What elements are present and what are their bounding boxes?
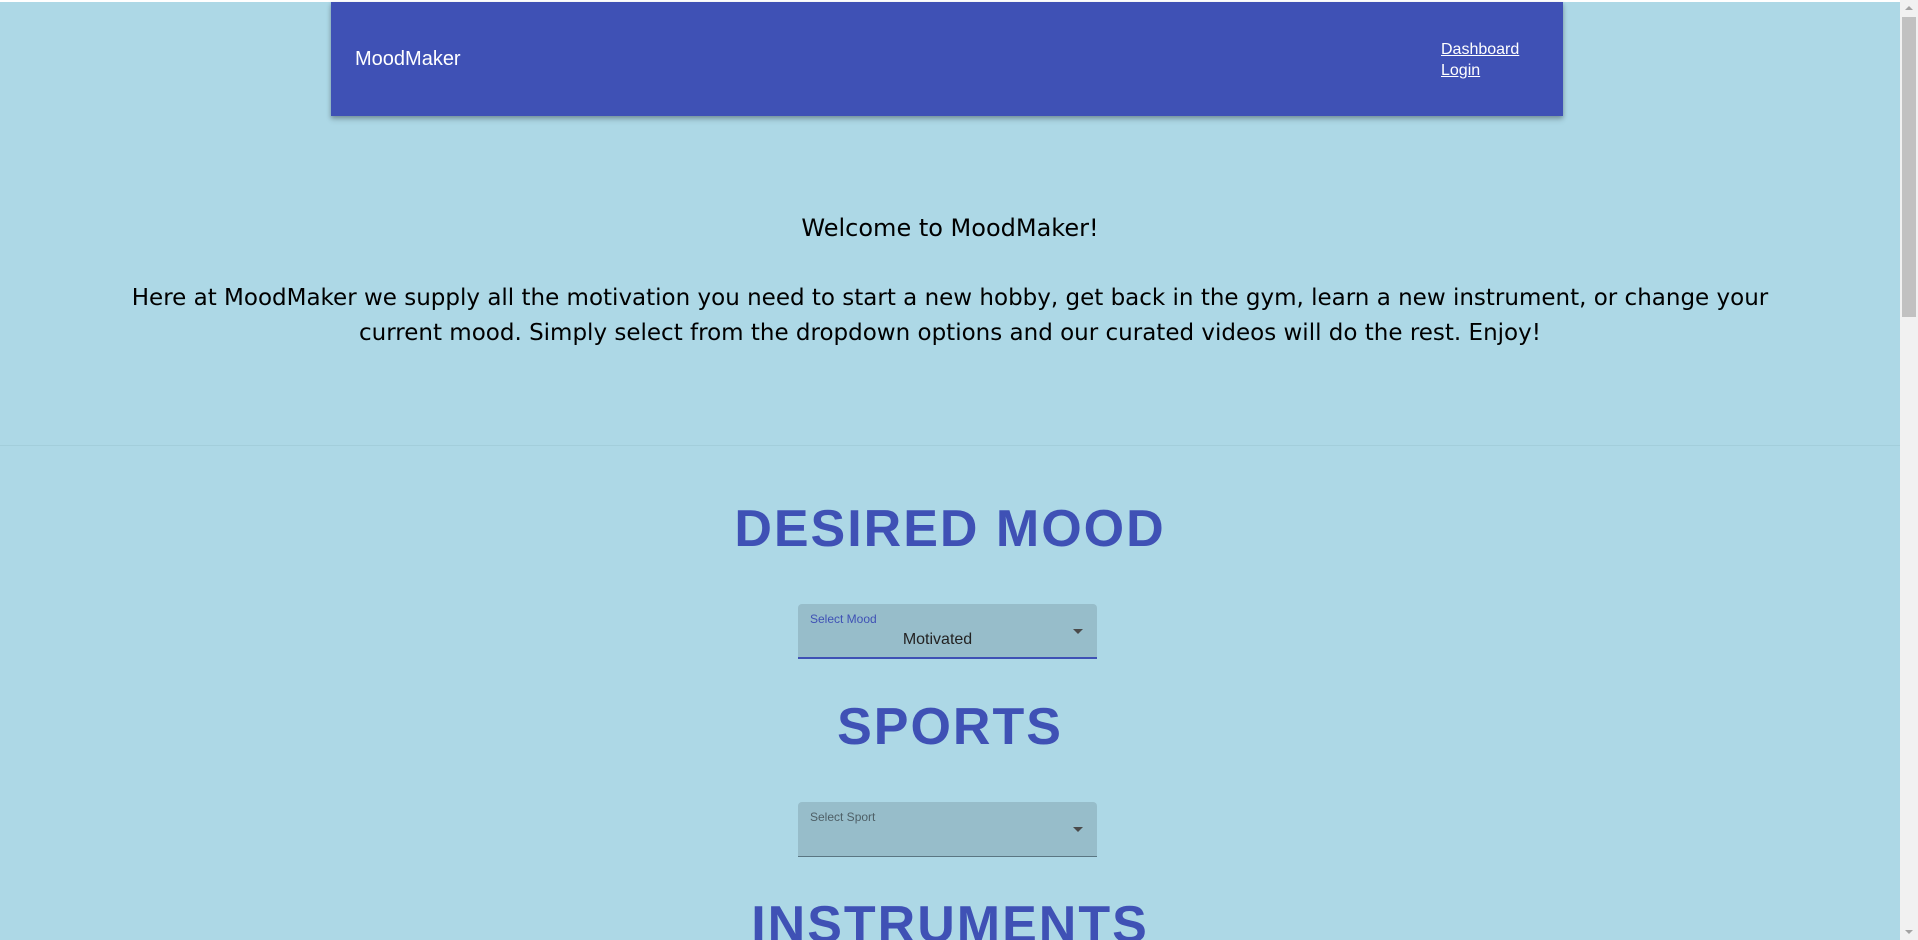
- mood-select-label: Select Mood: [810, 612, 877, 626]
- brand-logo[interactable]: MoodMaker: [355, 47, 461, 71]
- mood-select-value: Motivated: [902, 631, 973, 648]
- hero-section: Welcome to MoodMaker! Here at MoodMaker …: [0, 116, 1900, 446]
- scroll-up-icon[interactable]: [1905, 6, 1913, 10]
- mood-select[interactable]: Select Mood Motivated: [798, 604, 1097, 659]
- welcome-heading: Welcome to MoodMaker!: [801, 214, 1099, 242]
- sport-select[interactable]: Select Sport: [798, 802, 1097, 857]
- vertical-scrollbar[interactable]: [1900, 0, 1918, 940]
- sports-heading: SPORTS: [837, 698, 1063, 756]
- caret-down-icon: [1073, 629, 1083, 634]
- sport-select-label: Select Sport: [810, 810, 876, 824]
- page: MoodMaker Dashboard Login Welcome to Moo…: [0, 0, 1900, 940]
- navbar: MoodMaker Dashboard Login: [331, 2, 1563, 116]
- instruments-heading: INSTRUMENTS: [751, 896, 1149, 940]
- intro-text: Here at MoodMaker we supply all the moti…: [131, 285, 1769, 346]
- scrollbar-thumb[interactable]: [1902, 17, 1916, 317]
- nav-link-dashboard[interactable]: Dashboard: [1441, 39, 1519, 60]
- scroll-down-icon[interactable]: [1905, 930, 1913, 934]
- nav-links: Dashboard Login: [1441, 39, 1519, 81]
- desired-mood-heading: DESIRED MOOD: [734, 500, 1166, 558]
- nav-link-login[interactable]: Login: [1441, 60, 1519, 81]
- caret-down-icon: [1073, 827, 1083, 832]
